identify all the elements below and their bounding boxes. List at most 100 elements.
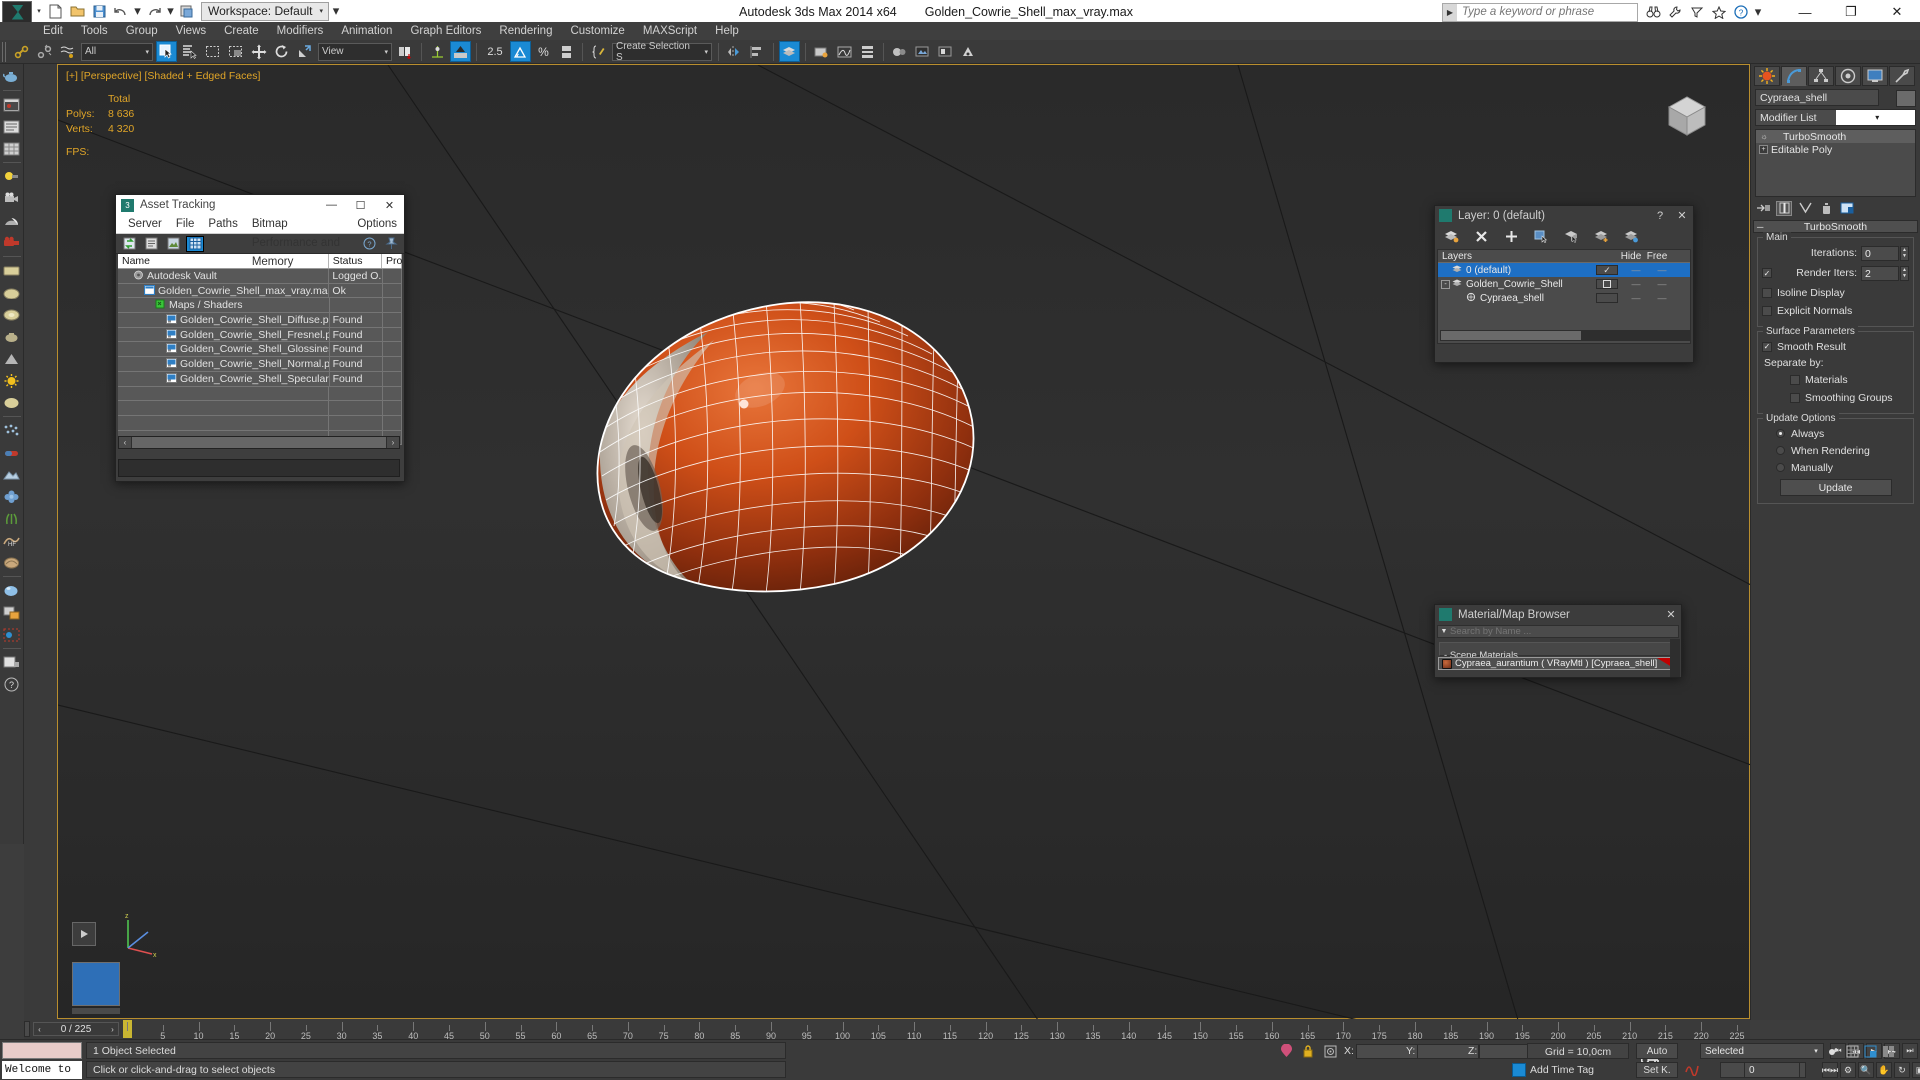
asset-horizontal-scrollbar[interactable]: ‹ › xyxy=(118,436,400,449)
asset-row-name[interactable]: Autodesk Vault xyxy=(118,269,330,283)
layer-row-name[interactable]: - Golden_Cowrie_Shell xyxy=(1438,278,1596,290)
asset-row-name[interactable]: Golden_Cowrie_Shell_Specular.png xyxy=(118,371,330,386)
render-iters-checkbox[interactable]: ✓ xyxy=(1762,268,1772,278)
asset-table-row[interactable]: Golden_Cowrie_Shell_Specular.pngFound xyxy=(118,371,402,387)
layer-state-box-icon[interactable] xyxy=(1603,280,1611,288)
add-layer-icon[interactable] xyxy=(1503,228,1519,244)
pin-asset-icon[interactable] xyxy=(382,236,400,252)
menu-item-tools[interactable]: Tools xyxy=(72,22,117,40)
layer-help-button[interactable]: ? xyxy=(1649,206,1671,225)
thumbnail-mode-icon[interactable] xyxy=(164,236,182,252)
scroll-right-arrow-icon[interactable]: › xyxy=(387,437,399,448)
asset-table-row[interactable]: Golden_Cowrie_Shell_Diffuse.png Found xyxy=(118,313,402,328)
layer-manager-icon[interactable] xyxy=(779,41,800,62)
next-frame-icon[interactable]: › xyxy=(107,1025,118,1034)
menu-item-rendering[interactable]: Rendering xyxy=(490,22,561,40)
select-highlighted-layer-icon[interactable] xyxy=(1563,228,1579,244)
particles-icon[interactable] xyxy=(1,420,23,441)
set-key-filters-icon[interactable] xyxy=(1684,1060,1700,1076)
asset-row-name[interactable]: Golden_Cowrie_Shell_Normal.png xyxy=(118,357,330,371)
select-key-icon[interactable] xyxy=(1826,1043,1842,1059)
align-icon[interactable] xyxy=(747,41,768,62)
layer-manager-dialog[interactable]: Layer: 0 (default) ? ✕ Layers Hide Free … xyxy=(1434,205,1694,363)
grid-mode-icon[interactable] xyxy=(186,235,204,252)
chevron-down-icon[interactable]: ▾ xyxy=(139,48,149,56)
asset-row-name[interactable]: Golden_Cowrie_Shell_Fresnel.png xyxy=(118,327,330,342)
explicit-normals-row[interactable]: Explicit Normals xyxy=(1762,303,1909,318)
select-object-icon[interactable] xyxy=(156,41,177,62)
rectangular-selection-region-icon[interactable] xyxy=(202,41,223,62)
layer-row-freeze[interactable]: — xyxy=(1649,265,1675,275)
select-by-name-icon[interactable] xyxy=(179,41,200,62)
material-editor-icon[interactable] xyxy=(889,41,910,62)
grass-icon[interactable] xyxy=(1,508,23,529)
update-when-rendering-row[interactable]: When Rendering xyxy=(1762,443,1909,458)
snap-toggle-icon[interactable]: 2.5 xyxy=(482,41,508,62)
smooth-result-checkbox[interactable]: ✓ xyxy=(1762,341,1772,352)
layer-row-name[interactable]: Cypraea_shell xyxy=(1438,292,1596,304)
render-to-texture-icon[interactable] xyxy=(1,602,23,623)
layer-row-freeze[interactable]: — xyxy=(1649,279,1675,289)
layer-expander-icon[interactable]: - xyxy=(1441,280,1450,289)
select-and-link-icon[interactable] xyxy=(11,41,32,62)
iterations-spin-arrows-icon[interactable]: ▲ ▼ xyxy=(1900,245,1909,261)
update-always-radio[interactable] xyxy=(1776,429,1785,438)
create-tab[interactable] xyxy=(1754,66,1780,86)
save-file-icon[interactable] xyxy=(88,2,110,21)
expand-icon[interactable]: + xyxy=(1759,145,1768,154)
maximize-toggle-icon[interactable] xyxy=(1862,1043,1878,1059)
teapot-icon[interactable] xyxy=(1,66,23,87)
capsule-icon[interactable] xyxy=(1,442,23,463)
modify-tab[interactable] xyxy=(1781,66,1807,86)
sun-icon[interactable] xyxy=(1,370,23,391)
hierarchy-tab[interactable] xyxy=(1808,66,1834,86)
layer-row-freeze[interactable]: — xyxy=(1649,293,1675,303)
viewport-layout-icon[interactable] xyxy=(1880,1043,1896,1059)
materials-checkbox[interactable] xyxy=(1790,374,1800,385)
layer-col-hide[interactable]: Hide xyxy=(1618,250,1644,262)
update-manually-radio[interactable] xyxy=(1776,463,1785,472)
undo-dropdown-icon[interactable]: ▾ xyxy=(132,2,143,21)
torus-icon[interactable] xyxy=(1,304,23,325)
maxscript-mini-listener[interactable]: Welcome to xyxy=(0,1040,85,1080)
asset-table-row[interactable]: Maps / Shaders xyxy=(118,298,402,314)
layer-row-hide[interactable]: — xyxy=(1623,265,1649,275)
table-view-icon[interactable] xyxy=(1,138,23,159)
hair-fur-icon[interactable]: HF xyxy=(1,530,23,551)
pin-stack-icon[interactable] xyxy=(1755,201,1771,216)
terrain-icon[interactable] xyxy=(1,464,23,485)
iterations-value[interactable]: 0 xyxy=(1861,245,1899,261)
current-frame-input[interactable]: 0 xyxy=(1744,1062,1800,1078)
cone-icon[interactable] xyxy=(1,348,23,369)
utilities-tab[interactable] xyxy=(1889,66,1915,86)
asset-table-row[interactable]: Autodesk Vault Logged O... xyxy=(118,269,402,284)
chevron-down-icon[interactable]: ▾ xyxy=(378,48,388,56)
chevron-down-icon[interactable]: ▾ xyxy=(698,48,708,56)
asset-table-empty-row[interactable] xyxy=(118,415,402,431)
menu-item-modifiers[interactable]: Modifiers xyxy=(268,22,333,40)
object-name-field[interactable]: Cypraea_shell xyxy=(1755,89,1879,106)
menu-item-views[interactable]: Views xyxy=(167,22,215,40)
go-to-end-icon[interactable]: ⏭ xyxy=(1902,1043,1918,1059)
column-header-pro[interactable]: Pro xyxy=(382,254,402,268)
auto-key-button[interactable]: Auto xyxy=(1636,1043,1678,1059)
redo-icon[interactable] xyxy=(143,2,165,21)
maxscript-pink-field[interactable] xyxy=(2,1042,82,1059)
motion-tab[interactable] xyxy=(1835,66,1861,86)
layer-row[interactable]: Cypraea_shell — — xyxy=(1438,291,1690,305)
list-view-icon[interactable] xyxy=(1,116,23,137)
smoothing-groups-checkbox[interactable] xyxy=(1790,392,1800,403)
help-circle-icon[interactable]: ? xyxy=(1,674,23,695)
asset-table-row[interactable]: Golden_Cowrie_Shell_max_vray.max Ok xyxy=(118,283,402,299)
column-header-status[interactable]: Status xyxy=(329,254,382,268)
maximize-viewport-toggle-icon[interactable]: ▣ xyxy=(1912,1062,1920,1078)
curve-editor-icon[interactable] xyxy=(834,41,855,62)
remove-modifier-icon[interactable] xyxy=(1818,201,1834,216)
add-selection-to-layer-icon[interactable] xyxy=(1593,228,1609,244)
timeline-ruler[interactable]: 5 10 15 20 25 30 35 40 45 50 55 60 65 70 75 80 85 90 95 100… xyxy=(123,1019,1750,1039)
menu-item-animation[interactable]: Animation xyxy=(332,22,401,40)
asset-table-empty-row[interactable] xyxy=(118,401,402,416)
key-filter-combo[interactable]: Selected ▾ xyxy=(1700,1043,1824,1059)
dome-light-icon[interactable] xyxy=(1,210,23,231)
open-file-browser-icon[interactable] xyxy=(1,652,23,673)
